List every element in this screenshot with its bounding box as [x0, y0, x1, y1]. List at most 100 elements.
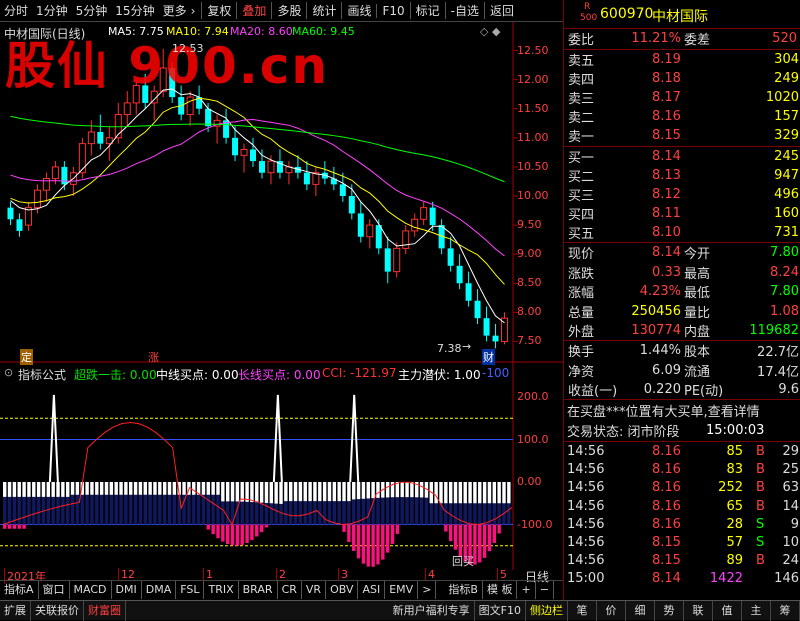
sell-row[interactable]: 卖四 8.18 249: [564, 69, 800, 88]
indicator-collapse-icon[interactable]: ⊙: [4, 366, 13, 379]
stat-label: 量比: [684, 302, 710, 321]
stock-code[interactable]: 600970: [600, 6, 653, 22]
notice-row[interactable]: 在买盘***位置有大买单,查看详情: [564, 401, 800, 420]
tool-overlay-button[interactable]: 叠加: [236, 2, 271, 19]
sell-price: 8.15: [652, 128, 681, 143]
sell-row[interactable]: 卖五 8.19 304: [564, 50, 800, 69]
buy-row[interactable]: 买三 8.12 496: [564, 185, 800, 204]
more-arrow-icon[interactable]: ›: [191, 4, 196, 18]
tool-stats-button[interactable]: 统计: [306, 2, 341, 19]
footer-related-quote[interactable]: 关联报价: [31, 601, 84, 621]
hist-bar-pink: [367, 525, 370, 567]
footer-f10[interactable]: 图文F10: [475, 601, 526, 621]
tab-cr[interactable]: CR: [278, 581, 302, 599]
tick-row[interactable]: 14:56 8.16 65 B 14: [564, 497, 800, 516]
sell-row[interactable]: 卖一 8.15 329: [564, 126, 800, 145]
tick-row[interactable]: 14:56 8.16 252 B 63: [564, 478, 800, 497]
tick-row[interactable]: 14:56 8.16 85 B 29: [564, 442, 800, 461]
tool-f10-button[interactable]: F10: [376, 4, 409, 18]
tick-row[interactable]: 14:56 8.15 89 B 24: [564, 551, 800, 570]
marker-cai[interactable]: 财: [482, 349, 495, 365]
tab-macd[interactable]: MACD: [70, 581, 112, 599]
ind-tick-label: 0.00: [517, 475, 542, 488]
tab-intraday[interactable]: 分时: [0, 2, 32, 19]
stock-name[interactable]: 中材国际: [652, 6, 708, 26]
candle-body: [187, 97, 193, 114]
marker-zhang[interactable]: 涨: [148, 349, 159, 365]
tick-row[interactable]: 14:56 8.15 57 S 10: [564, 533, 800, 552]
hist-bar-pink: [241, 525, 244, 545]
price-tick-label: 12.00: [517, 73, 549, 86]
footer-expand[interactable]: 扩展: [0, 601, 31, 621]
tick-row[interactable]: 14:56 8.16 28 S 9: [564, 515, 800, 534]
tab-indicator-a[interactable]: 指标A: [0, 581, 39, 599]
tab-template[interactable]: 模 板: [483, 581, 518, 599]
tick-row[interactable]: 15:00 8.14 1422 146: [564, 569, 800, 588]
buy-row[interactable]: 买二 8.13 947: [564, 166, 800, 185]
tool-mark-button[interactable]: 标记: [410, 2, 445, 19]
marker-ding[interactable]: 定: [20, 349, 33, 365]
tool-draw-button[interactable]: 画线: [341, 2, 376, 19]
tab-remove[interactable]: −: [536, 581, 554, 599]
hist-bar-white: [231, 482, 234, 501]
footer-zhi[interactable]: 值: [713, 601, 742, 621]
tab-1min[interactable]: 1分钟: [32, 2, 72, 19]
buy-row[interactable]: 买四 8.11 160: [564, 204, 800, 223]
tool-fuquan-button[interactable]: 复权: [201, 2, 236, 19]
sell-row[interactable]: 卖三 8.17 1020: [564, 88, 800, 107]
tab-15min[interactable]: 15分钟: [111, 2, 158, 19]
buy-row[interactable]: 买一 8.14 245: [564, 147, 800, 166]
hist-bar-white: [8, 482, 11, 497]
footer-zhu[interactable]: 主: [742, 601, 771, 621]
tool-multi-stock-button[interactable]: 多股: [271, 2, 306, 19]
candle-body: [358, 213, 364, 236]
candle-body: [61, 167, 67, 184]
tool-back-button[interactable]: 返回: [484, 2, 519, 19]
ind-changxian-value: 长线买点: 0.00: [238, 366, 321, 383]
footer-sidebar[interactable]: 侧边栏: [526, 601, 568, 621]
tab-dmi[interactable]: DMI: [112, 581, 142, 599]
indicator-tabs: 指标A 窗口 MACD DMI DMA FSL TRIX BRAR CR VR …: [0, 580, 563, 598]
footer-wealth-circle[interactable]: 财富圈: [84, 601, 126, 621]
tab-indicator-b[interactable]: 指标B: [444, 581, 483, 599]
candle-body: [241, 149, 247, 155]
footer-new-user[interactable]: 新用户福利专享: [389, 601, 475, 621]
tab-dma[interactable]: DMA: [142, 581, 177, 599]
tab-next-arrow[interactable]: >: [418, 581, 436, 599]
tab-5min[interactable]: 5分钟: [72, 2, 112, 19]
tab-obv[interactable]: OBV: [326, 581, 358, 599]
footer-xi[interactable]: 细: [626, 601, 655, 621]
hist-bar-white: [274, 482, 277, 504]
footer-lian[interactable]: 联: [684, 601, 713, 621]
tab-more[interactable]: 更多: [159, 2, 191, 19]
tab-brar[interactable]: BRAR: [239, 581, 278, 599]
stat-label: 内盘: [684, 321, 710, 340]
tab-asi[interactable]: ASI: [358, 581, 385, 599]
stat-value: 8.14: [652, 245, 681, 260]
footer-bi[interactable]: 笔: [568, 601, 597, 621]
tab-vr[interactable]: VR: [302, 581, 326, 599]
stat-label: 最高: [684, 263, 710, 282]
kline-chart-area[interactable]: 股仙 900.cn 中材国际(日线) MA5: 7.75 MA10: 7.94 …: [0, 22, 563, 570]
footer-chou[interactable]: 筹: [771, 601, 800, 621]
tool-watchlist-button[interactable]: -自选: [445, 2, 484, 19]
hist-bar-white: [129, 482, 132, 495]
tab-add[interactable]: +: [517, 581, 535, 599]
chart-settings-icon[interactable]: ◇ ◆: [480, 25, 500, 38]
tick-side: B: [756, 499, 765, 514]
notice-text[interactable]: 在买盘***位置有大买单,查看详情: [567, 401, 760, 420]
tab-trix[interactable]: TRIX: [204, 581, 238, 599]
hist-bar-white: [449, 482, 452, 503]
buy-row[interactable]: 买五 8.10 731: [564, 223, 800, 242]
fund-row: 收益(一) 0.220 PE(动) 9.6: [564, 380, 800, 399]
tab-emv[interactable]: EMV: [385, 581, 418, 599]
sell-row[interactable]: 卖二 8.16 157: [564, 107, 800, 126]
footer-jia[interactable]: 价: [597, 601, 626, 621]
tick-row[interactable]: 14:56 8.16 83 B 25: [564, 460, 800, 479]
indicator-title[interactable]: 指标公式: [18, 366, 66, 383]
tab-window[interactable]: 窗口: [39, 581, 70, 599]
tab-fsl[interactable]: FSL: [176, 581, 204, 599]
kline-chart-svg[interactable]: [0, 22, 563, 570]
footer-shi[interactable]: 势: [655, 601, 684, 621]
tick-count: 10: [782, 535, 799, 550]
